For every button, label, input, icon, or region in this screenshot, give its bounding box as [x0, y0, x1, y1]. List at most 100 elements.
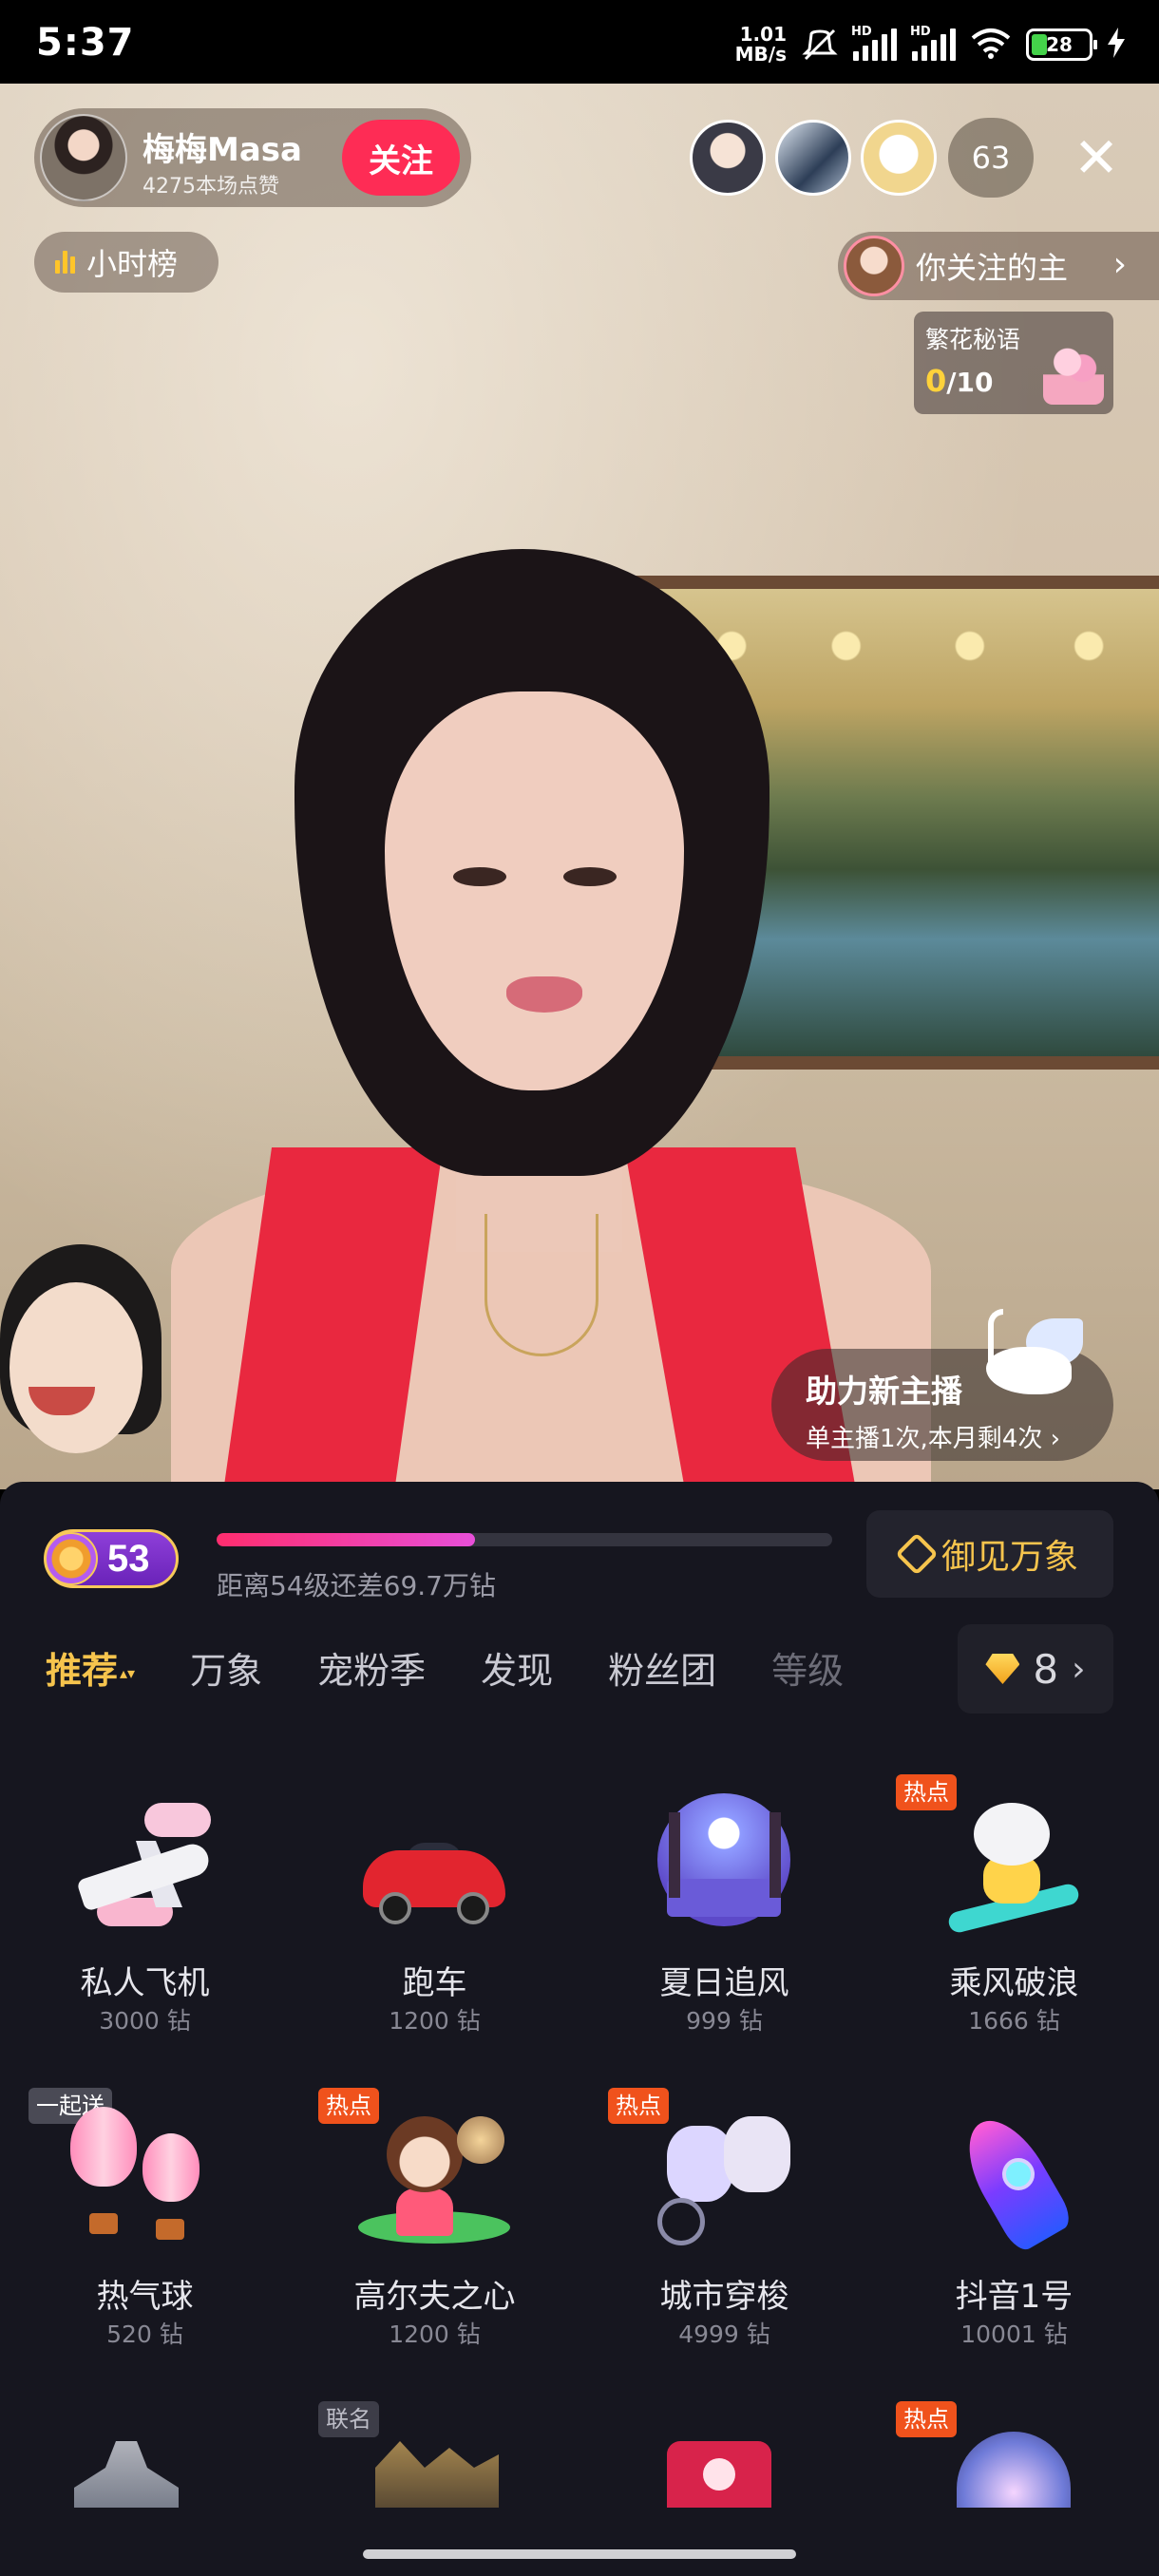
gift-price: 3000 钻 — [99, 2007, 191, 2035]
sort-icon: ▴▾ — [120, 1664, 136, 1682]
douyin-box-icon — [667, 2441, 771, 2508]
hour-rank-label: 小时榜 — [86, 246, 179, 282]
anchor-likes: 4275本场点赞 — [142, 175, 279, 199]
sports-car-icon — [358, 1793, 510, 1936]
swan-icon — [978, 1309, 1092, 1404]
flower-gift-icon — [1043, 344, 1104, 405]
gift-name: 高尔夫之心 — [353, 2278, 516, 2316]
hour-rank-button[interactable]: 小时榜 — [34, 232, 218, 293]
rank-bars-icon — [55, 251, 75, 274]
user-level-badge[interactable]: 53 — [44, 1529, 179, 1588]
gift-name: 夏日追风 — [659, 1964, 789, 2002]
gift-item-hot-air-balloon[interactable]: 一起送 热气球 520 钻 — [0, 2080, 290, 2365]
gift-item-douyin-no1[interactable]: 抖音1号 10001 钻 — [869, 2080, 1159, 2365]
signal-icon-1: HD — [851, 25, 897, 61]
gift-name: 跑车 — [402, 1964, 467, 2002]
level-icon — [45, 1532, 98, 1585]
hot-tag: 热点 — [896, 2401, 957, 2437]
gift-item-golf-heart[interactable]: 热点 高尔夫之心 1200 钻 — [290, 2080, 580, 2365]
tab-fan-season[interactable]: 宠粉季 — [317, 1641, 426, 1694]
tab-recommend-label: 推荐 — [46, 1650, 119, 1692]
follow-button[interactable]: 关注 — [342, 120, 460, 196]
gift-item-yacht[interactable] — [0, 2394, 290, 2508]
anchor-avatar[interactable] — [40, 114, 127, 201]
rocket-icon — [938, 2106, 1090, 2256]
helper-subtitle-text: 单主播1次,本月剩4次 — [806, 1425, 1043, 1453]
followed-anchor-avatar — [844, 236, 904, 296]
gift-price: 4999 钻 — [678, 2320, 770, 2348]
flower-progress-current: 0 — [925, 363, 947, 399]
yujian-wanxiang-button[interactable]: 御见万象 — [866, 1510, 1113, 1598]
gift-item-douyin-box[interactable] — [580, 2394, 869, 2508]
co-brand-tag: 联名 — [318, 2401, 379, 2437]
status-time: 5:37 — [36, 21, 135, 65]
home-indicator[interactable] — [363, 2549, 796, 2559]
golf-girl-icon — [358, 2107, 510, 2249]
wifi-icon — [971, 27, 1011, 63]
helper-subtitle: 单主播1次,本月剩4次 › — [806, 1419, 1113, 1454]
gift-price: 1666 钻 — [968, 2007, 1060, 2035]
gift-tabs: 推荐 ▴▾ 万象 宠粉季 发现 粉丝团 等级 — [46, 1641, 899, 1694]
cartoon-sticker — [0, 1244, 162, 1489]
private-jet-icon — [68, 1793, 220, 1936]
level-number: 53 — [107, 1537, 150, 1580]
diamond-coin-icon — [985, 1654, 1020, 1684]
gift-price: 999 钻 — [686, 2007, 763, 2035]
gift-item-orb[interactable]: 热点 — [869, 2394, 1159, 2508]
gift-panel: 53 距离54级还差69.7万钻 御见万象 推荐 ▴▾ 万象 宠粉季 发现 粉丝团… — [0, 1482, 1159, 2576]
coin-balance-button[interactable]: 8 › — [958, 1624, 1113, 1714]
network-speed: 1.01 MB/s — [735, 25, 787, 65]
gift-price: 520 钻 — [106, 2320, 183, 2348]
tab-wanxiang[interactable]: 万象 — [190, 1641, 262, 1694]
coin-balance: 8 — [1033, 1645, 1059, 1693]
tab-discover[interactable]: 发现 — [481, 1641, 553, 1694]
viewer-avatar-1[interactable] — [690, 120, 766, 196]
followed-anchor-tip[interactable]: 你关注的主 › — [838, 232, 1159, 300]
gift-price: 10001 钻 — [960, 2320, 1068, 2348]
chevron-right-icon: › — [1112, 245, 1127, 284]
gift-name: 乘风破浪 — [949, 1964, 1079, 2002]
surfing-cat-icon — [938, 1793, 1090, 1936]
gift-price: 1200 钻 — [389, 2007, 481, 2035]
tab-level[interactable]: 等级 — [771, 1641, 844, 1694]
hd-label-1: HD — [851, 25, 872, 39]
battery-icon: 28 — [1026, 28, 1097, 61]
close-icon[interactable]: ✕ — [1062, 123, 1130, 192]
status-icons: 1.01 MB/s HD HD 28 — [735, 25, 1125, 65]
flower-secret-widget[interactable]: 繁花秘语 0/10 — [914, 312, 1113, 414]
gift-price: 1200 钻 — [389, 2320, 481, 2348]
gift-name: 城市穿梭 — [659, 2278, 789, 2316]
followed-anchor-text: 你关注的主 — [916, 250, 1068, 286]
gift-item-sports-car[interactable]: 跑车 1200 钻 — [290, 1767, 580, 2052]
tab-fan-club[interactable]: 粉丝团 — [608, 1641, 716, 1694]
viewer-count[interactable]: 63 — [948, 118, 1034, 198]
status-bar: 5:37 1.01 MB/s HD HD 28 — [0, 0, 1159, 84]
viewer-avatar-3[interactable] — [861, 120, 937, 196]
summer-beach-icon — [648, 1793, 800, 1936]
level-progress-bar — [217, 1533, 832, 1546]
yacht-icon — [74, 2441, 179, 2508]
flower-progress-total: /10 — [946, 367, 994, 398]
tab-recommend[interactable]: 推荐 ▴▾ — [46, 1641, 135, 1694]
chevron-right-icon: › — [1072, 1649, 1086, 1689]
hd-label-2: HD — [910, 25, 931, 39]
diamond-outline-icon — [895, 1532, 939, 1576]
level-progress-text: 距离54级还差69.7万钻 — [217, 1570, 496, 1601]
level-progress-fill — [217, 1533, 476, 1546]
gift-item-private-jet[interactable]: 私人飞机 3000 钻 — [0, 1767, 290, 2052]
chevron-right-icon: › — [1050, 1425, 1061, 1453]
yujian-label: 御见万象 — [940, 1538, 1078, 1577]
network-speed-value: 1.01 — [739, 23, 787, 46]
gift-item-castle[interactable]: 联名 — [290, 2394, 580, 2508]
viewer-avatar-2[interactable] — [775, 120, 851, 196]
gift-item-ride-the-waves[interactable]: 热点 乘风破浪 1666 钻 — [869, 1767, 1159, 2052]
crystal-orb-icon — [957, 2432, 1071, 2508]
gift-item-city-shuttle[interactable]: 热点 城市穿梭 4999 钻 — [580, 2080, 869, 2365]
network-speed-unit: MB/s — [734, 43, 787, 66]
mute-icon — [802, 28, 838, 61]
battery-level: 28 — [1046, 33, 1073, 56]
gift-name: 抖音1号 — [955, 2278, 1074, 2316]
signal-icon-2: HD — [910, 25, 956, 61]
gift-item-summer-wind[interactable]: 夏日追风 999 钻 — [580, 1767, 869, 2052]
anchor-name[interactable]: 梅梅Masa — [142, 123, 302, 170]
